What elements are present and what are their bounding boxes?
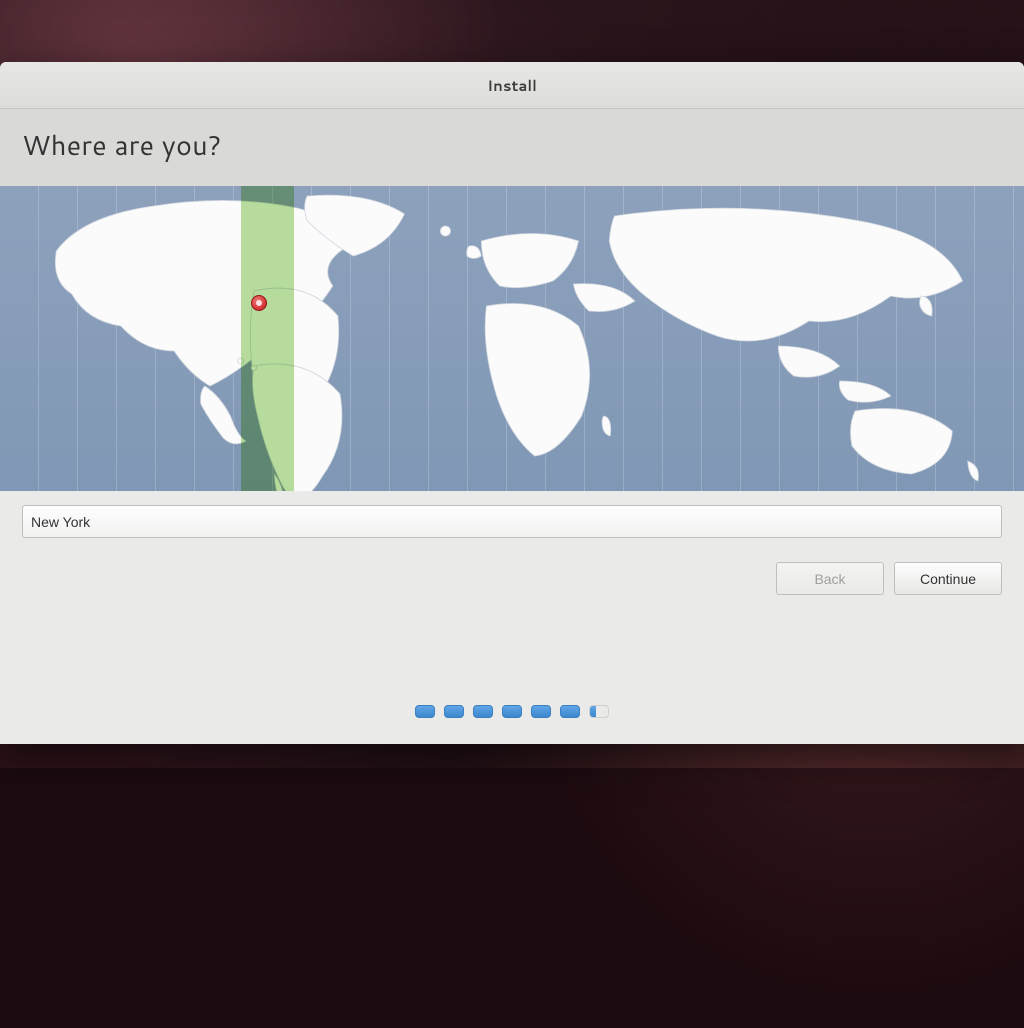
continue-button[interactable]: Continue (894, 562, 1002, 595)
selected-timezone-band (241, 186, 294, 491)
location-marker[interactable] (251, 295, 267, 311)
window-title: Install (487, 75, 537, 96)
timezone-map[interactable] (0, 186, 1024, 491)
title-bar: Install (0, 62, 1024, 109)
progress-dot (560, 705, 580, 718)
nav-button-row: Back Continue (22, 562, 1002, 595)
installer-window: Install Where are you? (0, 62, 1024, 744)
world-map-graphic (0, 186, 1024, 491)
progress-indicator (0, 705, 1024, 718)
page-header: Where are you? (0, 109, 1024, 186)
progress-dot (502, 705, 522, 718)
map-pin-icon (251, 295, 267, 311)
progress-dot (415, 705, 435, 718)
page-heading: Where are you? (22, 125, 1002, 164)
progress-dot (473, 705, 493, 718)
progress-dot (531, 705, 551, 718)
back-button[interactable]: Back (776, 562, 884, 595)
location-input[interactable] (22, 505, 1002, 538)
progress-dot (444, 705, 464, 718)
content-area: Back Continue (0, 491, 1024, 744)
progress-dot-current (589, 705, 609, 718)
